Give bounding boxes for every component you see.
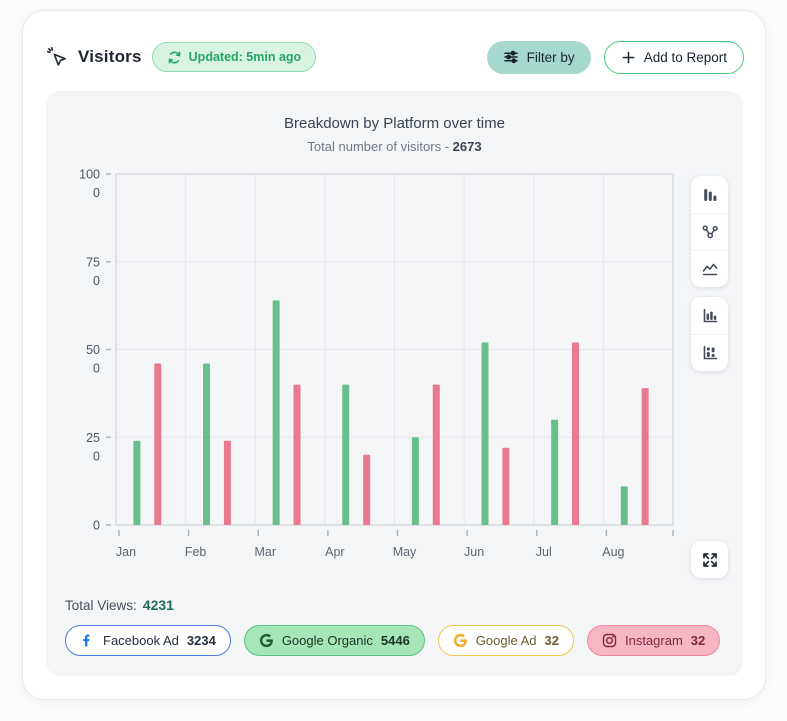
header-right: Filter by Add to Report (487, 41, 744, 74)
bar-jun-series-pink (502, 448, 509, 525)
x-tick-label: Mar (254, 545, 276, 559)
instagram-icon (602, 633, 617, 648)
visitors-card: Visitors Updated: 5min ago (22, 10, 766, 700)
add-to-report-label: Add to Report (644, 50, 727, 65)
x-tick-label: May (393, 545, 417, 559)
google-icon (453, 633, 468, 648)
filter-by-button[interactable]: Filter by (487, 41, 591, 74)
bar-feb-series-green (203, 364, 210, 525)
bars (133, 300, 648, 525)
chip-label: Google Ad (476, 633, 537, 648)
chip-label: Instagram (625, 633, 683, 648)
x-tick-label: Aug (602, 545, 624, 559)
chip-value: 3234 (187, 633, 216, 648)
chip-value: 32 (691, 633, 705, 648)
chart-subtitle-value: 2673 (453, 139, 482, 154)
y-tick-label: 75 (86, 255, 100, 269)
card-header: Visitors Updated: 5min ago (46, 37, 744, 77)
bar-chart-icon[interactable] (691, 176, 728, 213)
y-tick-label: 25 (86, 431, 100, 445)
y-tick-secondary-label: 0 (93, 362, 100, 376)
bar-aug-series-pink (642, 388, 649, 525)
y-tick-label: 50 (86, 343, 100, 357)
scatter-chart-icon[interactable] (691, 213, 728, 250)
y-tick-secondary-label: 0 (93, 449, 100, 463)
chip-value: 32 (545, 633, 559, 648)
bar-jul-series-pink (572, 342, 579, 525)
bar-feb-series-pink (224, 441, 231, 525)
bar-apr-series-pink (363, 455, 370, 525)
expand-button[interactable] (691, 541, 728, 578)
chart-title: Breakdown by Platform over time (46, 115, 743, 132)
line-chart-icon[interactable] (691, 250, 728, 287)
chip-label: Google Organic (282, 633, 373, 648)
bar-axis-chart-icon[interactable] (691, 297, 728, 334)
add-to-report-button[interactable]: Add to Report (604, 41, 744, 74)
expand-icon (701, 551, 719, 569)
page: Visitors Updated: 5min ago (0, 0, 787, 721)
y-tick-label: 100 (79, 168, 100, 182)
axes: 100 0 75 0 50 0 25 0 0 Jan Feb Mar Apr May Jun Jul Aug (79, 168, 673, 560)
google-icon (259, 633, 274, 648)
updated-badge-label: Updated: 5min ago (189, 50, 302, 64)
bar-apr-series-green (342, 385, 349, 525)
bar-jun-series-green (482, 342, 489, 525)
bar-jan-series-pink (154, 364, 161, 525)
y-tick-secondary-label: 0 (93, 186, 100, 200)
x-tick-label: Jun (464, 545, 484, 559)
bar-may-series-pink (433, 385, 440, 525)
total-views-value: 4231 (143, 597, 174, 613)
gridlines (116, 174, 673, 525)
chart-type-toolbar-secondary (691, 297, 728, 371)
dot-axis-chart-icon[interactable] (691, 334, 728, 371)
chip-google-ad[interactable]: Google Ad 32 (438, 625, 574, 656)
y-tick-label: 0 (93, 519, 100, 533)
plus-icon (621, 50, 636, 65)
chart-panel: Breakdown by Platform over time Total nu… (46, 91, 743, 676)
updated-badge[interactable]: Updated: 5min ago (152, 42, 317, 72)
bar-jul-series-green (551, 420, 558, 525)
total-views: Total Views: 4231 (65, 597, 174, 613)
chip-value: 5446 (381, 633, 410, 648)
x-tick-label: Feb (185, 545, 207, 559)
bar-mar-series-pink (294, 385, 301, 525)
header-left: Visitors Updated: 5min ago (46, 42, 316, 72)
y-tick-secondary-label: 0 (93, 274, 100, 288)
chart-subtitle-text: Total number of visitors - (307, 139, 452, 154)
sliders-icon (503, 49, 519, 65)
chip-google-organic[interactable]: Google Organic 5446 (244, 625, 425, 656)
filter-by-label: Filter by (527, 50, 575, 65)
chart-type-toolbar (691, 176, 728, 287)
chart-subtitle: Total number of visitors - 2673 (46, 139, 743, 154)
refresh-icon (167, 50, 182, 65)
bar-jan-series-green (133, 441, 140, 525)
cursor-click-icon (46, 46, 68, 68)
x-tick-label: Jul (536, 545, 552, 559)
chip-label: Facebook Ad (103, 633, 179, 648)
page-title: Visitors (78, 47, 142, 67)
x-tick-label: Apr (325, 545, 344, 559)
chip-instagram[interactable]: Instagram 32 (587, 625, 720, 656)
bar-mar-series-green (273, 300, 280, 525)
total-views-label: Total Views: (65, 598, 137, 613)
bar-aug-series-green (621, 486, 628, 525)
legend-chips: Facebook Ad3234Google Organic5446Google … (65, 625, 720, 656)
facebook-icon (80, 633, 95, 648)
bar-may-series-green (412, 437, 419, 525)
x-tick-label: Jan (116, 545, 136, 559)
bar-chart: 100 0 75 0 50 0 25 0 0 Jan Feb Mar Apr May Jun Jul Aug (46, 161, 706, 573)
chip-facebook-ad[interactable]: Facebook Ad 3234 (65, 625, 231, 656)
